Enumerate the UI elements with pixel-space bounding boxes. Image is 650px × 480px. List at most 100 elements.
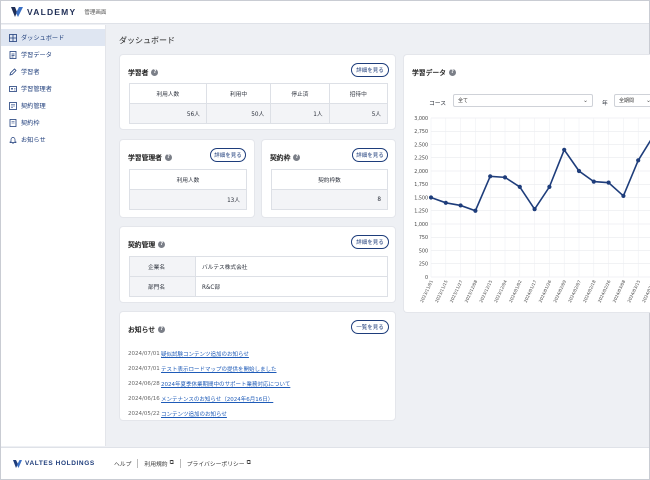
news-list: 2024/07/01 疑似試験コンテンツ追加のお知らせ 2024/07/01 テスト… <box>128 346 290 421</box>
x-tick-label: 2024/02/07 <box>567 279 582 303</box>
sidebar-item-learners[interactable]: 学習者 <box>1 63 105 80</box>
table-header: 利用中 <box>205 83 272 104</box>
help-icon[interactable]: ? <box>448 68 456 76</box>
valdemy-logo-icon <box>11 7 23 17</box>
y-tick-label: 1,750 <box>414 182 428 188</box>
y-tick-label: 250 <box>419 262 428 268</box>
series-line <box>430 139 650 212</box>
news-link[interactable]: コンテンツ追加のお知らせ <box>161 410 227 418</box>
data-point[interactable] <box>502 175 508 180</box>
row-value: R&C部 <box>195 276 388 297</box>
y-tick-label: 2,250 <box>414 156 428 162</box>
quota-card: 契約枠? 詳細を見る 契約枠数 8 <box>261 139 396 218</box>
course-label: コース <box>429 101 447 107</box>
x-tick-label: 2024/01/02 <box>508 279 523 303</box>
y-tick-label: 3,000 <box>414 116 428 122</box>
x-tick-label: 2023/11/27 <box>449 279 464 303</box>
card-title: 学習者? <box>128 67 159 77</box>
help-icon[interactable]: ? <box>158 325 166 333</box>
list-item: 2024/06/16 メンテナンスのお知らせ（2024年6月16日） <box>128 391 290 406</box>
sidebar-item-label: 学習データ <box>21 52 52 59</box>
x-tick-label: 2024/03/24 <box>641 279 650 303</box>
admins-detail-button[interactable]: 詳細を見る <box>210 148 246 162</box>
header-subtitle: 管理画面 <box>84 10 107 16</box>
x-tick-label: 2024/03/08 <box>612 279 627 303</box>
data-point[interactable] <box>517 184 522 189</box>
table-cell: 5人 <box>328 103 389 124</box>
sidebar-item-label: 学習者 <box>21 69 40 76</box>
y-tick-label: 0 <box>425 275 428 281</box>
y-tick-label: 750 <box>419 235 428 241</box>
sidebar-item-study-data[interactable]: 学習データ <box>1 46 105 63</box>
table-cell: 50人 <box>205 103 272 124</box>
sidebar-item-contract[interactable]: 契約管理 <box>1 97 105 114</box>
data-point[interactable] <box>591 179 596 184</box>
news-link[interactable]: 疑似試験コンテンツ追加のお知らせ <box>161 350 249 358</box>
pencil-icon <box>9 67 17 76</box>
footer-link-terms[interactable]: 利用規約 ⧉ <box>137 459 179 468</box>
footer-brand: VALTES HOLDINGS <box>13 459 108 468</box>
news-date: 2024/06/28 <box>128 380 160 387</box>
course-select[interactable]: 全て ⌄ <box>453 94 593 107</box>
y-tick-label: 1,500 <box>414 195 428 201</box>
x-tick-label: 2023/11/01 <box>419 279 434 303</box>
year-label: 年 <box>602 101 608 107</box>
data-point[interactable] <box>473 208 478 213</box>
data-point[interactable] <box>488 174 493 179</box>
news-link[interactable]: メンテナンスのお知らせ（2024年6月16日） <box>161 395 273 403</box>
help-icon[interactable]: ? <box>164 153 172 161</box>
table-cell: 8 <box>271 189 388 210</box>
learners-detail-button[interactable]: 詳細を見る <box>351 63 389 77</box>
data-point[interactable] <box>532 207 537 212</box>
news-card: お知らせ? 一覧を見る 2024/07/01 疑似試験コンテンツ追加のお知らせ 2… <box>119 311 396 421</box>
news-link[interactable]: 2024年夏季休業期間中のサポート業務対応について <box>161 380 290 388</box>
news-list-button[interactable]: 一覧を見る <box>351 320 389 334</box>
quota-table: 契約枠数 8 <box>271 169 388 210</box>
sidebar-item-quota[interactable]: 契約枠 <box>1 114 105 131</box>
contract-table: 企業名 バルテス株式会社 部門名 R&C部 <box>129 256 388 297</box>
sidebar-item-label: 契約枠 <box>21 120 40 127</box>
data-point[interactable] <box>621 193 626 199</box>
table-header: 契約枠数 <box>271 169 388 190</box>
data-point[interactable] <box>458 203 463 208</box>
news-date: 2024/07/01 <box>128 365 160 372</box>
x-tick-label: 2024/03/15 <box>626 279 641 303</box>
sidebar-item-admins[interactable]: 学習管理者 <box>1 80 105 97</box>
sidebar-item-dashboard[interactable]: ダッシュボード <box>1 29 105 46</box>
data-point[interactable] <box>576 168 582 174</box>
year-select[interactable]: 全期間 ⌄ <box>614 94 650 107</box>
report-icon <box>9 50 17 59</box>
quota-detail-button[interactable]: 詳細を見る <box>352 148 388 162</box>
data-point[interactable] <box>636 158 641 163</box>
table-cell: 1人 <box>270 103 330 124</box>
row-value: バルテス株式会社 <box>195 256 388 277</box>
sidebar-item-news[interactable]: お知らせ <box>1 131 105 148</box>
frame-icon <box>9 118 17 127</box>
brand-logo[interactable]: VALDEMY <box>11 7 76 17</box>
footer-link-help[interactable]: ヘルプ <box>108 459 137 468</box>
news-date: 2024/05/22 <box>128 410 160 417</box>
list-item: 2024/07/01 テスト表示ロードマップの提供を開始しました <box>128 361 290 376</box>
y-tick-label: 1,250 <box>414 209 428 215</box>
x-tick-label: 2024/01/26 <box>538 279 553 303</box>
table-cell: 56人 <box>129 103 207 124</box>
data-point[interactable] <box>443 200 448 205</box>
card-title: 契約管理? <box>128 239 166 249</box>
help-icon[interactable]: ? <box>293 153 301 161</box>
user-card-icon <box>9 85 17 92</box>
footer-link-privacy[interactable]: プライバシーポリシー ⧉ <box>179 459 257 468</box>
data-point[interactable] <box>428 195 434 200</box>
contract-detail-button[interactable]: 詳細を見る <box>351 235 389 249</box>
data-point[interactable] <box>606 180 611 185</box>
help-icon[interactable]: ? <box>151 68 159 76</box>
course-select-value: 全て <box>458 98 469 104</box>
help-icon[interactable]: ? <box>158 240 166 248</box>
top-bar: VALDEMY 管理画面 <box>1 1 649 24</box>
data-point[interactable] <box>547 184 552 189</box>
card-title: お知らせ? <box>128 324 166 334</box>
data-point[interactable] <box>562 147 567 152</box>
news-link[interactable]: テスト表示ロードマップの提供を開始しました <box>161 365 277 373</box>
y-tick-label: 1,000 <box>414 222 428 228</box>
table-header: 利用人数 <box>129 83 207 104</box>
news-date: 2024/06/16 <box>128 395 160 402</box>
